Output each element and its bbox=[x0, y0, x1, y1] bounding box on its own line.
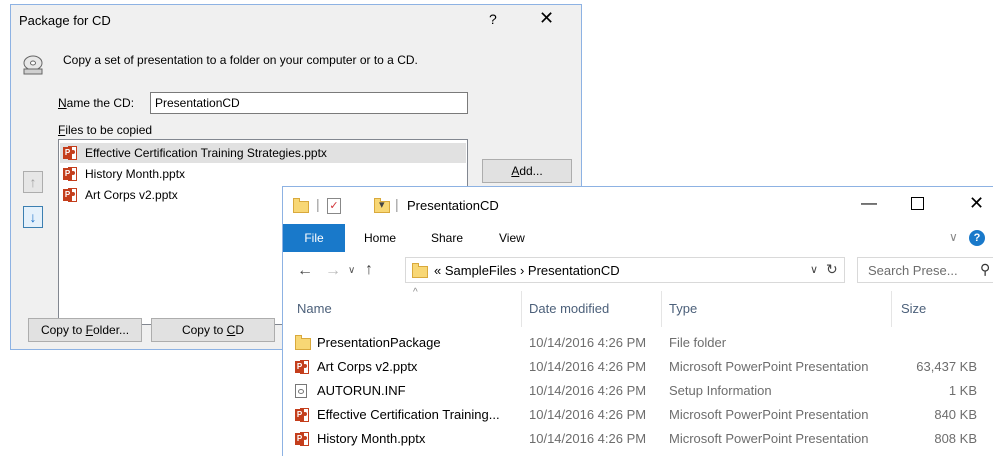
title-bar: | ✓ ▾ | PresentationCD — ✕ bbox=[283, 187, 993, 223]
file-type: Setup Information bbox=[669, 383, 772, 398]
cd-name-input[interactable] bbox=[150, 92, 468, 114]
file-name: Effective Certification Training... bbox=[317, 407, 500, 422]
move-up-button[interactable]: ↑ bbox=[23, 171, 43, 193]
table-row[interactable]: P Effective Certification Training... 10… bbox=[283, 404, 993, 426]
address-bar[interactable]: « SampleFiles › PresentationCD ∨ ↻ bbox=[405, 257, 845, 283]
back-arrow-icon[interactable]: ← bbox=[297, 262, 313, 280]
file-name: Art Corps v2.pptx bbox=[85, 188, 178, 202]
copy-cd-label-a: Copy to bbox=[181, 323, 227, 337]
up-arrow-icon[interactable]: ↑ bbox=[365, 261, 373, 279]
add-label: dd... bbox=[519, 164, 543, 178]
folder-icon bbox=[293, 198, 309, 213]
breadcrumb[interactable]: « SampleFiles › PresentationCD bbox=[434, 263, 620, 278]
copy-cd-label-b: D bbox=[235, 323, 245, 337]
file-type: Microsoft PowerPoint Presentation bbox=[669, 359, 869, 374]
copy-to-folder-button[interactable]: Copy to Folder... bbox=[28, 318, 142, 342]
name-the-cd-label: Name the CD: bbox=[58, 96, 134, 110]
powerpoint-icon: P bbox=[63, 167, 77, 181]
file-size: 840 KB bbox=[934, 407, 977, 422]
powerpoint-icon: P bbox=[63, 146, 77, 160]
help-icon[interactable]: ? bbox=[969, 230, 985, 246]
copy-folder-label-a: Copy to bbox=[40, 323, 86, 337]
file-explorer-window: | ✓ ▾ | PresentationCD — ✕ File Home Sha… bbox=[282, 186, 993, 456]
file-size: 808 KB bbox=[934, 431, 977, 446]
date-modified: 10/14/2016 4:26 PM bbox=[529, 335, 647, 350]
table-row[interactable]: AUTORUN.INF 10/14/2016 4:26 PM Setup Inf… bbox=[283, 380, 993, 402]
table-row[interactable]: P History Month.pptx 10/14/2016 4:26 PM … bbox=[283, 428, 993, 450]
table-row[interactable]: P Art Corps v2.pptx 10/14/2016 4:26 PM M… bbox=[283, 356, 993, 378]
date-modified: 10/14/2016 4:26 PM bbox=[529, 407, 647, 422]
column-divider[interactable] bbox=[891, 291, 892, 327]
close-button[interactable]: ✕ bbox=[969, 193, 984, 214]
copy-to-cd-button[interactable]: Copy to CD bbox=[151, 318, 275, 342]
recent-locations-icon[interactable]: ∨ bbox=[348, 265, 355, 276]
powerpoint-icon: P bbox=[295, 360, 309, 374]
column-divider[interactable] bbox=[661, 291, 662, 327]
file-size: 63,437 KB bbox=[916, 359, 977, 374]
forward-arrow-icon[interactable]: → bbox=[325, 262, 341, 280]
powerpoint-icon: P bbox=[63, 188, 77, 202]
files-label-text: iles to be copied bbox=[65, 123, 153, 137]
search-placeholder: Search Prese... bbox=[868, 263, 958, 278]
cd-drive-icon bbox=[23, 55, 43, 75]
column-header-date[interactable]: Date modified bbox=[529, 301, 609, 316]
refresh-icon[interactable]: ↻ bbox=[826, 261, 838, 278]
add-button[interactable]: Add... bbox=[482, 159, 572, 183]
file-name: Effective Certification Training Strateg… bbox=[85, 146, 327, 160]
move-down-button[interactable]: ↓ bbox=[23, 206, 43, 228]
sort-ascending-icon: ^ bbox=[413, 287, 418, 298]
file-name: PresentationPackage bbox=[317, 335, 441, 350]
help-button[interactable]: ? bbox=[489, 11, 497, 27]
file-size: 1 KB bbox=[948, 383, 977, 398]
date-modified: 10/14/2016 4:26 PM bbox=[529, 431, 647, 446]
list-item[interactable]: P Effective Certification Training Strat… bbox=[60, 143, 466, 163]
dialog-title: Package for CD bbox=[19, 13, 111, 28]
copy-folder-accesskey: F bbox=[85, 323, 93, 337]
files-to-be-copied-label: Files to be copied bbox=[58, 123, 152, 137]
close-button[interactable]: ✕ bbox=[539, 8, 554, 29]
expand-ribbon-icon[interactable]: ∨ bbox=[949, 230, 958, 244]
window-title: PresentationCD bbox=[407, 198, 499, 213]
column-header-name[interactable]: Name bbox=[297, 301, 332, 316]
file-type: File folder bbox=[669, 335, 727, 350]
copy-folder-label-b: older... bbox=[93, 323, 130, 337]
column-divider[interactable] bbox=[521, 291, 522, 327]
column-header-size[interactable]: Size bbox=[901, 301, 926, 316]
setup-file-icon bbox=[295, 384, 307, 398]
name-label-text: ame the CD: bbox=[66, 96, 135, 110]
file-name: Art Corps v2.pptx bbox=[317, 359, 418, 374]
tab-file[interactable]: File bbox=[283, 224, 345, 252]
search-icon[interactable]: ⚲ bbox=[980, 261, 990, 278]
customize-toolbar-icon[interactable]: ▾ bbox=[379, 198, 385, 211]
file-type: Microsoft PowerPoint Presentation bbox=[669, 407, 869, 422]
minimize-button[interactable]: — bbox=[861, 195, 877, 213]
date-modified: 10/14/2016 4:26 PM bbox=[529, 359, 647, 374]
address-dropdown-icon[interactable]: ∨ bbox=[810, 263, 818, 276]
search-input[interactable]: Search Prese... ⚲ bbox=[857, 257, 993, 283]
tab-view[interactable]: View bbox=[499, 231, 525, 245]
tab-share[interactable]: Share bbox=[431, 231, 463, 245]
name-label-accesskey: N bbox=[58, 96, 67, 110]
file-name: AUTORUN.INF bbox=[317, 383, 406, 398]
dialog-description: Copy a set of presentation to a folder o… bbox=[63, 53, 418, 67]
date-modified: 10/14/2016 4:26 PM bbox=[529, 383, 647, 398]
title-separator: | bbox=[395, 196, 399, 212]
tab-home[interactable]: Home bbox=[364, 231, 396, 245]
navigation-bar: ← → ∨ ↑ « SampleFiles › PresentationCD ∨… bbox=[283, 257, 993, 287]
folder-icon bbox=[295, 335, 311, 350]
ribbon-tabs: File Home Share View ∨ ? bbox=[283, 224, 993, 252]
file-type: Microsoft PowerPoint Presentation bbox=[669, 431, 869, 446]
quick-access-separator: | bbox=[316, 196, 320, 212]
properties-icon[interactable]: ✓ bbox=[327, 198, 341, 214]
file-name: History Month.pptx bbox=[85, 167, 186, 181]
column-header-type[interactable]: Type bbox=[669, 301, 697, 316]
maximize-button[interactable] bbox=[911, 197, 924, 210]
powerpoint-icon: P bbox=[295, 408, 309, 422]
folder-icon bbox=[412, 263, 428, 278]
list-item[interactable]: P History Month.pptx bbox=[60, 164, 466, 184]
file-name: History Month.pptx bbox=[317, 431, 426, 446]
table-row[interactable]: PresentationPackage 10/14/2016 4:26 PM F… bbox=[283, 332, 993, 354]
powerpoint-icon: P bbox=[295, 432, 309, 446]
